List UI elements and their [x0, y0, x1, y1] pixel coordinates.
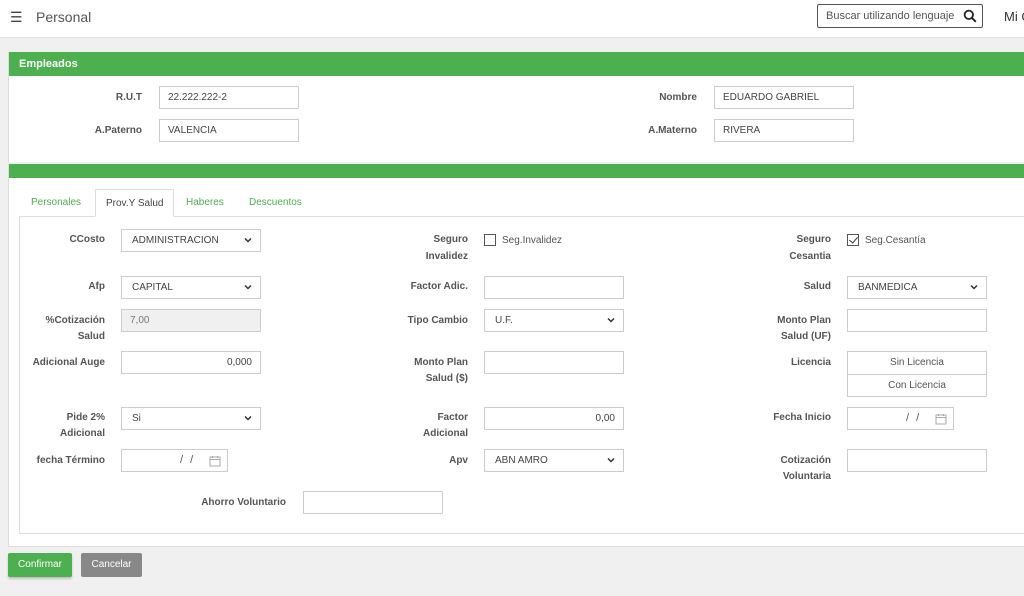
adicional-auge-label: Adicional Auge	[32, 357, 105, 368]
licencia-options: Sin Licencia Con Licencia	[847, 351, 987, 397]
search-input[interactable]	[818, 5, 962, 27]
ccosto-select[interactable]: ADMINISTRACION	[121, 229, 261, 252]
salud-value: BANMEDICA	[858, 282, 918, 293]
fecha-termino-label: fecha Término	[36, 455, 105, 466]
apv-value: ABN AMRO	[495, 455, 548, 466]
chevron-down-icon	[607, 317, 615, 323]
factor-adic-label: Factor Adic.	[410, 281, 468, 292]
fecha-inicio-label: Fecha Inicio	[773, 412, 831, 423]
fecha-termino-field[interactable]: / /	[121, 449, 228, 472]
search-icon[interactable]	[963, 9, 977, 23]
ahorro-field[interactable]	[303, 491, 443, 514]
amaterno-label: A.Materno	[648, 125, 697, 136]
seguro-cesantia-checkbox-wrap: Seg.Cesantía	[847, 234, 926, 246]
monto-plan-uf-field[interactable]	[847, 309, 987, 332]
monto-plan-uf-label: Monto Plan Salud (UF)	[777, 315, 831, 342]
calendar-icon[interactable]	[209, 455, 221, 467]
seguro-cesantia-check-label: Seg.Cesantía	[865, 234, 926, 246]
cotizacion-label: %Cotización Salud	[45, 315, 105, 342]
pide2-label: Pide 2% Adicional	[59, 412, 105, 439]
page-title: Personal	[36, 9, 92, 25]
apaterno-label: A.Paterno	[94, 125, 142, 136]
seguro-invalidez-label: Seguro Invalidez	[425, 234, 468, 262]
fecha-termino-value: / /	[180, 454, 196, 466]
afp-value: CAPITAL	[132, 282, 173, 293]
empleados-title: Empleados	[9, 52, 1024, 76]
chevron-down-icon	[970, 284, 978, 290]
cancel-button[interactable]: Cancelar	[81, 553, 142, 577]
fecha-inicio-field[interactable]: / /	[847, 407, 954, 430]
factor-adic-field[interactable]	[484, 276, 624, 299]
adicional-auge-field[interactable]	[121, 351, 261, 374]
chevron-down-icon	[244, 415, 252, 421]
apv-select[interactable]: ABN AMRO	[484, 449, 624, 472]
ahorro-label: Ahorro Voluntario	[201, 497, 286, 508]
tab-haberes[interactable]: Haberes	[176, 189, 234, 217]
cotizacion-voluntaria-field[interactable]	[847, 449, 987, 472]
cotizacion-field	[121, 309, 261, 332]
detalle-header-bar	[9, 164, 1024, 178]
salud-select[interactable]: BANMEDICA	[847, 276, 987, 299]
afp-select[interactable]: CAPITAL	[121, 276, 261, 299]
seguro-cesantia-checkbox[interactable]	[847, 234, 859, 246]
licencia-label: Licencia	[790, 357, 831, 368]
apv-label: Apv	[449, 455, 468, 466]
tab-content: CCosto ADMINISTRACION Afp CAPITAL %Cotiz…	[19, 216, 1024, 534]
monto-plan-label: Monto Plan Salud ($)	[414, 357, 468, 384]
user-menu[interactable]: Mi C	[1004, 9, 1024, 24]
nombre-label: Nombre	[659, 92, 697, 103]
chevron-down-icon	[607, 457, 615, 463]
seguro-invalidez-checkbox-wrap: Seg.Invalidez	[484, 234, 562, 246]
con-licencia-button[interactable]: Con Licencia	[848, 374, 986, 396]
rut-field[interactable]	[159, 86, 299, 109]
monto-plan-field[interactable]	[484, 351, 624, 374]
tipo-cambio-label: Tipo Cambio	[407, 315, 468, 326]
amaterno-field[interactable]	[714, 119, 854, 142]
fecha-inicio-value: / /	[906, 412, 922, 424]
afp-label: Afp	[88, 281, 105, 292]
ccosto-value: ADMINISTRACION	[132, 235, 219, 246]
confirm-button[interactable]: Confirmar	[8, 553, 72, 577]
tab-descuentos[interactable]: Descuentos	[239, 189, 312, 217]
rut-label: R.U.T	[115, 92, 142, 103]
top-bar: ☰ Personal Mi C	[0, 0, 1024, 38]
nombre-field[interactable]	[714, 86, 854, 109]
search-box	[817, 4, 983, 28]
seguro-invalidez-checkbox[interactable]	[484, 234, 496, 246]
pide2-value: Si	[132, 413, 141, 424]
calendar-icon[interactable]	[935, 413, 947, 425]
tab-personales[interactable]: Personales	[21, 189, 91, 217]
sin-licencia-button[interactable]: Sin Licencia	[848, 352, 986, 374]
salud-label: Salud	[803, 281, 831, 292]
seguro-invalidez-check-label: Seg.Invalidez	[502, 234, 563, 246]
factor-adicional-label: Factor Adicional	[422, 412, 468, 439]
cotizacion-voluntaria-label: Cotización Voluntaria	[780, 455, 831, 482]
seguro-cesantia-label: Seguro Cesantia	[789, 234, 831, 262]
factor-adicional-field[interactable]	[484, 407, 624, 430]
tab-prov-salud[interactable]: Prov.Y Salud	[95, 189, 175, 217]
detalle-panel: Personales Prov.Y Salud Haberes Descuent…	[8, 164, 1024, 547]
menu-icon[interactable]: ☰	[10, 10, 24, 24]
tipo-cambio-select[interactable]: U.F.	[484, 309, 624, 332]
apaterno-field[interactable]	[159, 119, 299, 142]
empleados-panel: Empleados R.U.T Nombre A.Paterno A.Mater…	[8, 52, 1024, 162]
chevron-down-icon	[244, 237, 252, 243]
ccosto-label: CCosto	[69, 234, 105, 245]
tipo-cambio-value: U.F.	[495, 315, 513, 326]
pide2-select[interactable]: Si	[121, 407, 261, 430]
chevron-down-icon	[244, 284, 252, 290]
